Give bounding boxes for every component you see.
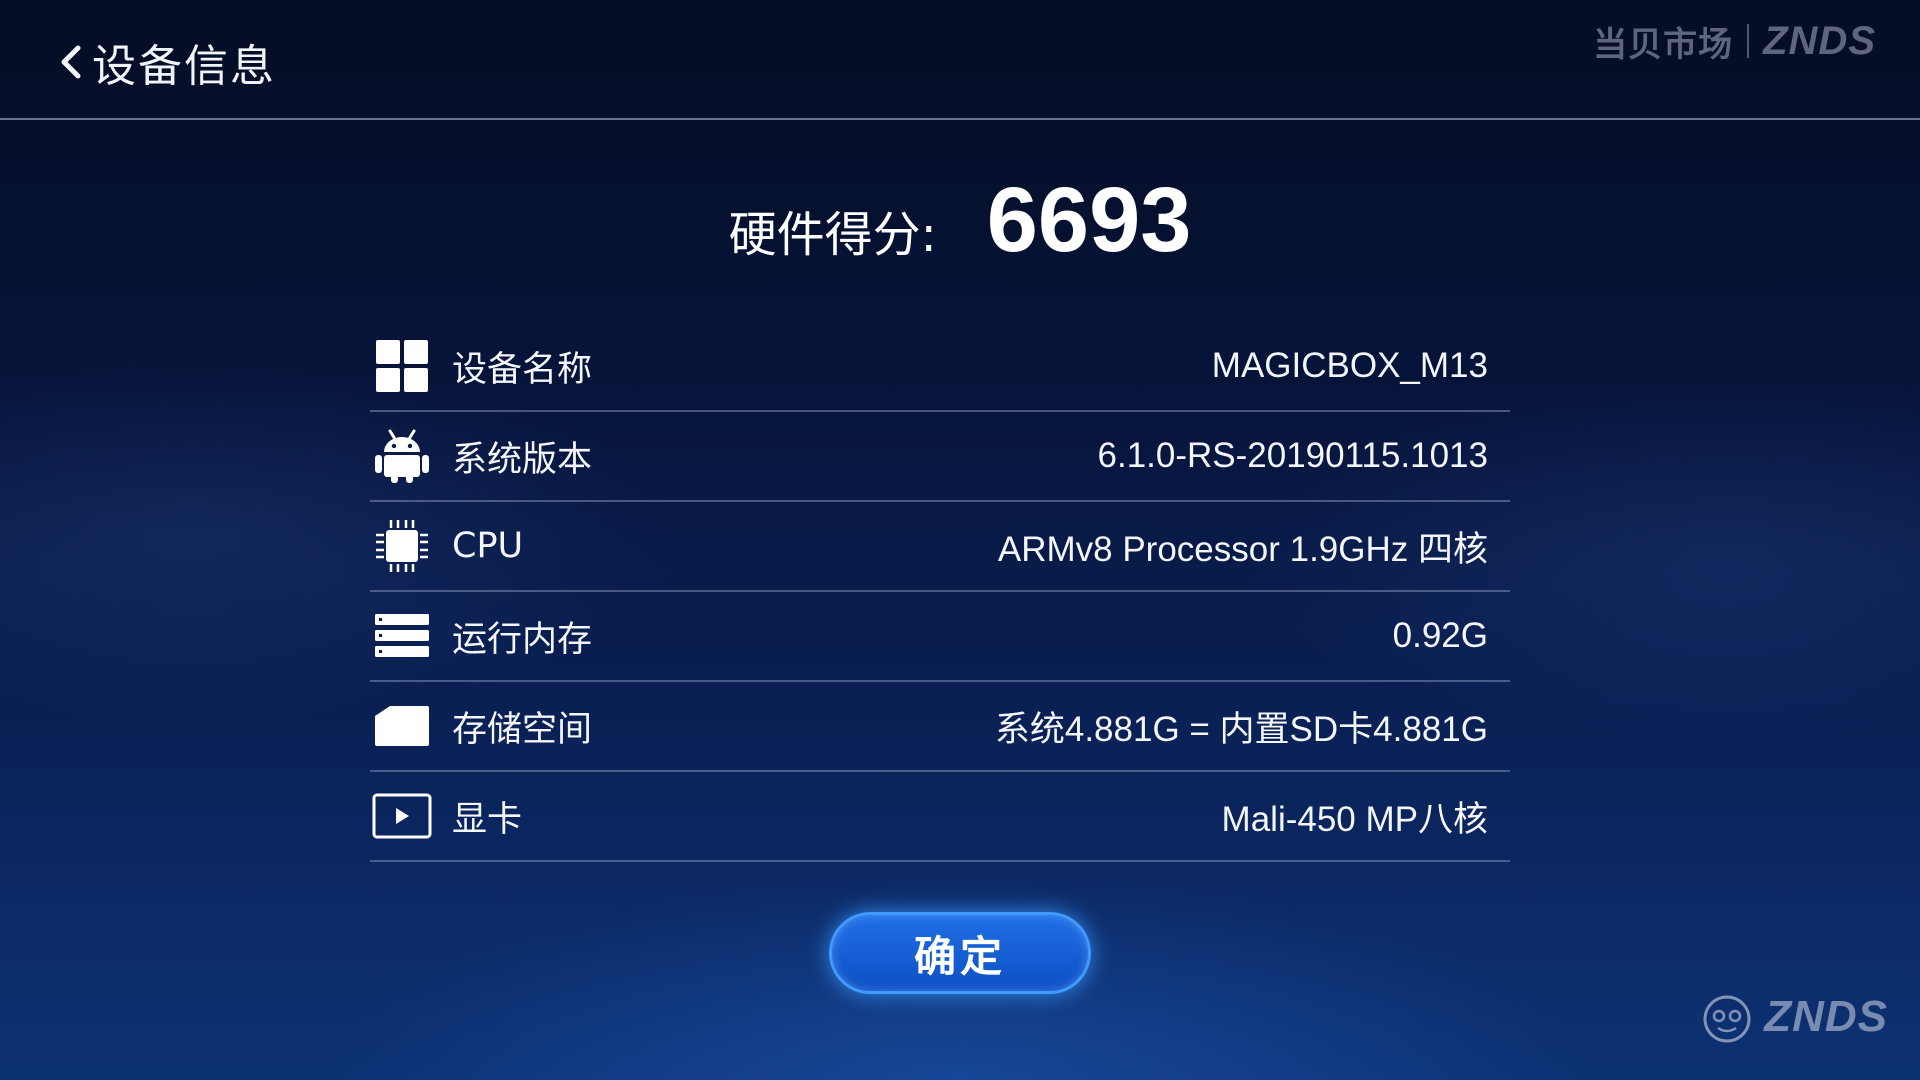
watermark-logo: ZNDS bbox=[1700, 984, 1888, 1050]
info-label: CPU bbox=[452, 526, 524, 566]
mascot-icon bbox=[1703, 995, 1751, 1043]
chevron-left-icon bbox=[61, 45, 81, 79]
info-label: 运行内存 bbox=[452, 619, 593, 660]
info-row-device-name: 设备名称 MAGICBOX_M13 bbox=[370, 322, 1510, 412]
hardware-score: 硬件得分: 6693 bbox=[0, 168, 1920, 278]
brand-divider bbox=[1747, 24, 1750, 58]
header-bar: 设备信息 当贝市场 ZNDS bbox=[0, 0, 1920, 120]
info-label: 设备名称 bbox=[452, 349, 593, 390]
grid-icon bbox=[372, 336, 432, 396]
device-info-list: 设备名称 MAGICBOX_M13 系统版本 6.1.0-RS-20190115… bbox=[370, 322, 1510, 862]
info-label: 系统版本 bbox=[452, 439, 593, 480]
info-label: 存储空间 bbox=[452, 709, 593, 750]
page-title: 设备信息 bbox=[92, 41, 276, 92]
sd-card-icon bbox=[372, 696, 432, 756]
info-row-memory: 运行内存 0.92G bbox=[370, 592, 1510, 682]
memory-icon bbox=[372, 606, 432, 666]
watermark-text: ZNDS bbox=[1764, 992, 1888, 1041]
brand-logo-en: ZNDS bbox=[1763, 18, 1876, 63]
brand-logo: 当贝市场 ZNDS bbox=[1593, 16, 1876, 66]
info-value: 6.1.0-RS-20190115.1013 bbox=[1097, 436, 1489, 475]
info-value: ARMv8 Processor 1.9GHz 四核 bbox=[997, 529, 1488, 569]
info-value: MAGICBOX_M13 bbox=[1211, 346, 1488, 385]
info-row-storage: 存储空间 系统4.881G = 内置SD卡4.881G bbox=[370, 682, 1510, 772]
android-icon bbox=[372, 426, 432, 486]
back-button[interactable]: 设备信息 bbox=[56, 30, 276, 94]
info-row-gpu: 显卡 Mali-450 MP八核 bbox=[370, 772, 1510, 862]
info-row-cpu: CPU ARMv8 Processor 1.9GHz 四核 bbox=[370, 502, 1510, 592]
score-label: 硬件得分: bbox=[728, 207, 937, 263]
play-icon bbox=[372, 786, 432, 846]
info-label: 显卡 bbox=[452, 799, 523, 840]
score-value: 6693 bbox=[986, 169, 1192, 271]
info-value: Mali-450 MP八核 bbox=[1221, 799, 1488, 839]
info-value: 系统4.881G = 内置SD卡4.881G bbox=[994, 709, 1488, 749]
info-value: 0.92G bbox=[1392, 616, 1488, 655]
confirm-button[interactable]: 确定 bbox=[829, 912, 1091, 994]
info-row-system-version: 系统版本 6.1.0-RS-20190115.1013 bbox=[370, 412, 1510, 502]
chip-icon bbox=[372, 516, 432, 576]
brand-logo-cn: 当贝市场 bbox=[1593, 24, 1734, 65]
